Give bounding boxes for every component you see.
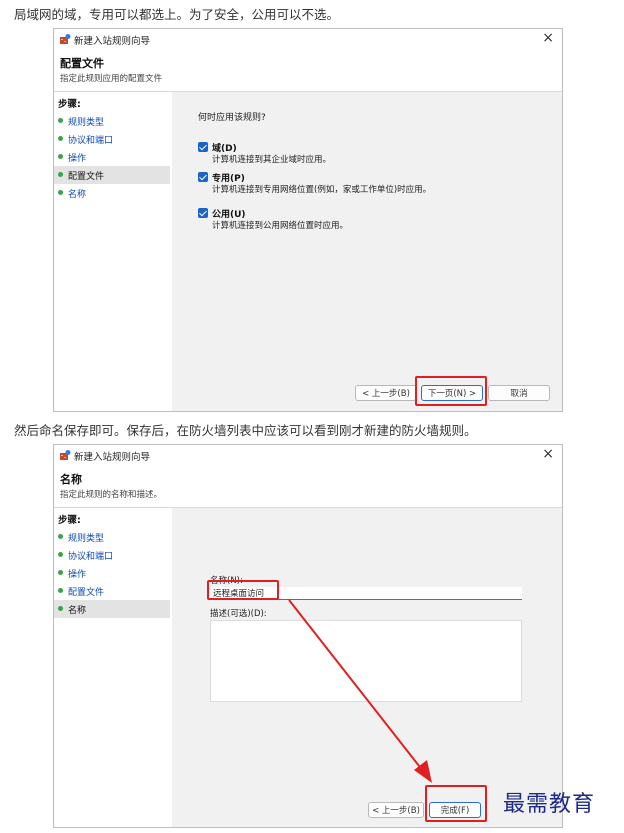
step-rule-type[interactable]: 规则类型 <box>54 528 170 546</box>
firewall-wizard-icon <box>60 450 71 460</box>
main-panel: 名称(N): 描述(可选)(D): < 上一步(B) 完成(F) <box>172 508 562 827</box>
steps-panel: 步骤: 规则类型 协议和端口 操作 配置文件 名称 <box>54 508 172 827</box>
private-description: 计算机连接到专用网络位置(例如，家或工作单位)时应用。 <box>212 185 432 195</box>
title-bar[interactable]: 新建入站规则向导 × <box>54 29 562 51</box>
step-protocol-port[interactable]: 协议和端口 <box>54 130 170 148</box>
page-title: 配置文件 <box>60 57 104 70</box>
wizard-header: 配置文件 指定此规则应用的配置文件 <box>54 51 562 92</box>
public-description: 计算机连接到公用网络位置时应用。 <box>212 221 349 231</box>
domain-checkbox[interactable] <box>198 142 208 152</box>
domain-description: 计算机连接到其企业域时应用。 <box>212 155 332 165</box>
main-panel: 何时应用该规则? 域(D) 计算机连接到其企业域时应用。 专用(P) 计算机连接… <box>172 92 562 411</box>
step-dot-icon <box>58 136 63 141</box>
name-input[interactable] <box>210 587 522 600</box>
step-action[interactable]: 操作 <box>54 564 170 582</box>
cancel-button[interactable]: 取消 <box>488 385 550 401</box>
title-bar[interactable]: 新建入站规则向导 × <box>54 445 562 467</box>
steps-panel: 步骤: 规则类型 协议和端口 操作 配置文件 名称 <box>54 92 172 411</box>
step-dot-icon <box>58 606 63 611</box>
private-checkbox[interactable] <box>198 172 208 182</box>
close-icon[interactable]: × <box>542 446 554 462</box>
public-checkbox[interactable] <box>198 208 208 218</box>
finish-button[interactable]: 完成(F) <box>429 802 481 818</box>
back-button[interactable]: < 上一步(B) <box>368 802 424 818</box>
step-dot-icon <box>58 570 63 575</box>
step-dot-icon <box>58 552 63 557</box>
steps-title: 步骤: <box>58 515 81 526</box>
back-button[interactable]: < 上一步(B) <box>355 385 417 401</box>
name-field-label: 名称(N): <box>210 576 243 586</box>
window-title: 新建入站规则向导 <box>74 452 151 463</box>
window-title: 新建入站规则向导 <box>74 36 151 47</box>
step-profile[interactable]: 配置文件 <box>54 166 170 184</box>
description-field-label: 描述(可选)(D): <box>210 609 267 619</box>
page-subtitle: 指定此规则应用的配置文件 <box>60 74 163 84</box>
step-dot-icon <box>58 534 63 539</box>
step-dot-icon <box>58 172 63 177</box>
instruction-paragraph-1: 局域网的域，专用可以都选上。为了安全，公用可以不选。 <box>14 7 340 22</box>
firewall-wizard-icon <box>60 34 71 44</box>
step-action[interactable]: 操作 <box>54 148 170 166</box>
page-subtitle: 指定此规则的名称和描述。 <box>60 490 163 500</box>
wizard-dialog-profile: 新建入站规则向导 × 配置文件 指定此规则应用的配置文件 步骤: 规则类型 协议… <box>53 28 563 412</box>
close-icon[interactable]: × <box>542 30 554 46</box>
step-rule-type[interactable]: 规则类型 <box>54 112 170 130</box>
instruction-paragraph-2: 然后命名保存即可。保存后，在防火墙列表中应该可以看到刚才新建的防火墙规则。 <box>14 423 477 438</box>
wizard-dialog-name: 新建入站规则向导 × 名称 指定此规则的名称和描述。 步骤: 规则类型 协议和端… <box>53 444 563 828</box>
wizard-header: 名称 指定此规则的名称和描述。 <box>54 467 562 508</box>
next-button[interactable]: 下一页(N) > <box>421 385 483 401</box>
step-name[interactable]: 名称 <box>54 600 170 618</box>
step-name[interactable]: 名称 <box>54 184 170 202</box>
page-title: 名称 <box>60 473 82 486</box>
description-textarea[interactable] <box>210 620 522 702</box>
step-dot-icon <box>58 190 63 195</box>
step-profile[interactable]: 配置文件 <box>54 582 170 600</box>
watermark-logo: 最需教育 <box>503 792 596 817</box>
profile-question: 何时应用该规则? <box>198 113 266 123</box>
steps-title: 步骤: <box>58 99 81 110</box>
step-dot-icon <box>58 154 63 159</box>
step-dot-icon <box>58 588 63 593</box>
step-dot-icon <box>58 118 63 123</box>
step-protocol-port[interactable]: 协议和端口 <box>54 546 170 564</box>
